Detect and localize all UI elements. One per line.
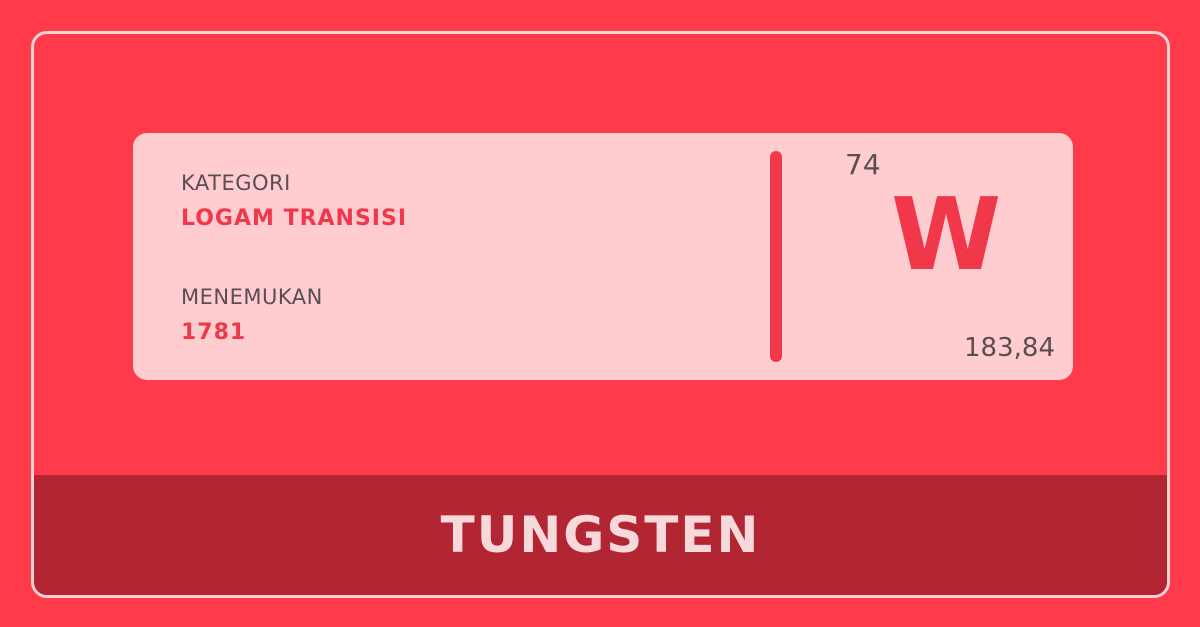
element-info-card: KATEGORI LOGAM TRANSISI MENEMUKAN 1781 7… [133, 133, 1073, 380]
category-value: LOGAM TRANSISI [181, 206, 408, 231]
discovered-label: MENEMUKAN [181, 285, 323, 309]
vertical-divider [770, 151, 782, 362]
atomic-mass: 183,84 [964, 333, 1055, 363]
element-name-bar: TUNGSTEN [34, 475, 1167, 595]
element-symbol: W [891, 176, 1002, 293]
element-name: TUNGSTEN [440, 506, 761, 564]
category-label: KATEGORI [181, 171, 291, 195]
element-frame: KATEGORI LOGAM TRANSISI MENEMUKAN 1781 7… [31, 31, 1170, 598]
discovered-value: 1781 [181, 320, 247, 345]
atomic-number: 74 [845, 148, 881, 181]
